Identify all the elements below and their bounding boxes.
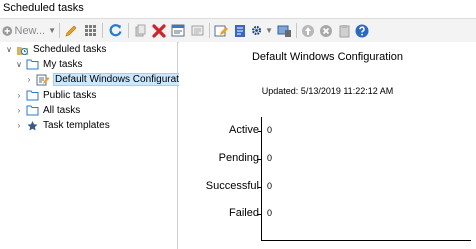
- chart-x-axis: [261, 240, 471, 241]
- refresh-button[interactable]: [106, 22, 124, 39]
- toolbar-separator: [209, 23, 210, 38]
- toolbar-separator: [128, 23, 129, 38]
- properties-icon: [171, 24, 185, 37]
- title-bar: Scheduled tasks: [0, 0, 476, 19]
- axis-tick: [258, 131, 262, 132]
- value-label-active: 0: [267, 125, 273, 135]
- grid-icon: [84, 25, 96, 36]
- delete-button[interactable]: [151, 22, 167, 39]
- category-label-successful: Successful: [205, 180, 259, 192]
- category-label-failed: Failed: [229, 207, 259, 219]
- pencil-icon: [65, 25, 77, 36]
- value-label-pending: 0: [267, 153, 273, 163]
- scheduled-tasks-icon: [16, 44, 29, 55]
- add-icon: [2, 25, 13, 36]
- chevron-down-icon[interactable]: ∨: [4, 45, 14, 54]
- help-icon: [355, 24, 369, 37]
- tree-item-all-tasks[interactable]: › All tasks: [14, 103, 81, 118]
- chart-updated-timestamp: Updated: 5/13/2019 11:22:12 AM: [261, 86, 394, 96]
- folder-icon: [26, 59, 39, 70]
- help-button[interactable]: [354, 22, 370, 39]
- new-button[interactable]: New... ▼: [2, 22, 56, 39]
- category-label-active: Active: [229, 124, 259, 136]
- value-label-failed: 0: [267, 208, 273, 218]
- chevron-down-icon: ▼: [265, 26, 273, 35]
- axis-tick: [258, 187, 262, 188]
- chevron-down-icon: ▼: [48, 26, 56, 35]
- chevron-down-icon[interactable]: ∨: [14, 60, 24, 69]
- stop-button[interactable]: [318, 22, 334, 39]
- gear-icon: [252, 25, 262, 36]
- toolbar: New... ▼ ▼: [0, 19, 476, 43]
- script-button[interactable]: [232, 22, 248, 39]
- properties-button[interactable]: [170, 22, 186, 39]
- run-icon: [302, 24, 314, 37]
- stop-icon: [320, 24, 332, 37]
- tree-item-task-templates[interactable]: › Task templates: [14, 118, 110, 133]
- chevron-right-icon[interactable]: ›: [14, 91, 24, 100]
- folder-icon: [26, 90, 39, 101]
- window-title: Scheduled tasks: [3, 2, 84, 14]
- edit-button[interactable]: [63, 22, 79, 39]
- chevron-right-icon[interactable]: ›: [14, 121, 24, 130]
- tree-item-my-tasks[interactable]: ∨ My tasks: [14, 57, 82, 72]
- category-label-pending: Pending: [218, 152, 259, 164]
- task-icon: [36, 74, 50, 86]
- computer-icon: [277, 25, 291, 37]
- toolbar-separator: [59, 23, 60, 38]
- clipboard-button[interactable]: [336, 22, 352, 39]
- delete-icon: [152, 23, 166, 38]
- tree-pane: ∨ Scheduled tasks ∨ My tasks › Default W…: [0, 42, 195, 249]
- toolbar-separator: [102, 23, 103, 38]
- run-button[interactable]: [300, 22, 316, 39]
- tree-item-scheduled-tasks[interactable]: ∨ Scheduled tasks: [4, 42, 106, 57]
- template-icon: [26, 120, 39, 131]
- axis-tick: [258, 214, 262, 215]
- history-icon: [191, 25, 204, 36]
- refresh-icon: [109, 24, 122, 37]
- axis-tick: [258, 159, 262, 160]
- script-icon: [235, 24, 245, 37]
- copy-icon: [135, 24, 145, 37]
- history-button[interactable]: [189, 22, 205, 39]
- tree-item-public-tasks[interactable]: › Public tasks: [14, 88, 97, 103]
- task-edit-icon: [214, 25, 228, 36]
- chart-y-axis: [261, 117, 262, 241]
- grid-view-button[interactable]: [82, 22, 98, 39]
- settings-menu-button[interactable]: ▼: [251, 22, 273, 39]
- run-as-button[interactable]: [276, 22, 292, 39]
- copy-button[interactable]: [132, 22, 148, 39]
- chart-pane: Default Windows Configuration Updated: 5…: [179, 42, 476, 249]
- clipboard-icon: [339, 24, 349, 37]
- tree-item-default-windows-configuration[interactable]: › Default Windows Configuration: [24, 72, 195, 87]
- toolbar-separator: [296, 23, 297, 38]
- value-label-successful: 0: [267, 181, 273, 191]
- chart-title: Default Windows Configuration: [251, 51, 404, 63]
- chevron-right-icon[interactable]: ›: [24, 75, 34, 84]
- folder-icon: [26, 105, 39, 116]
- edit-task-button[interactable]: [213, 22, 229, 39]
- chevron-right-icon[interactable]: ›: [14, 106, 24, 115]
